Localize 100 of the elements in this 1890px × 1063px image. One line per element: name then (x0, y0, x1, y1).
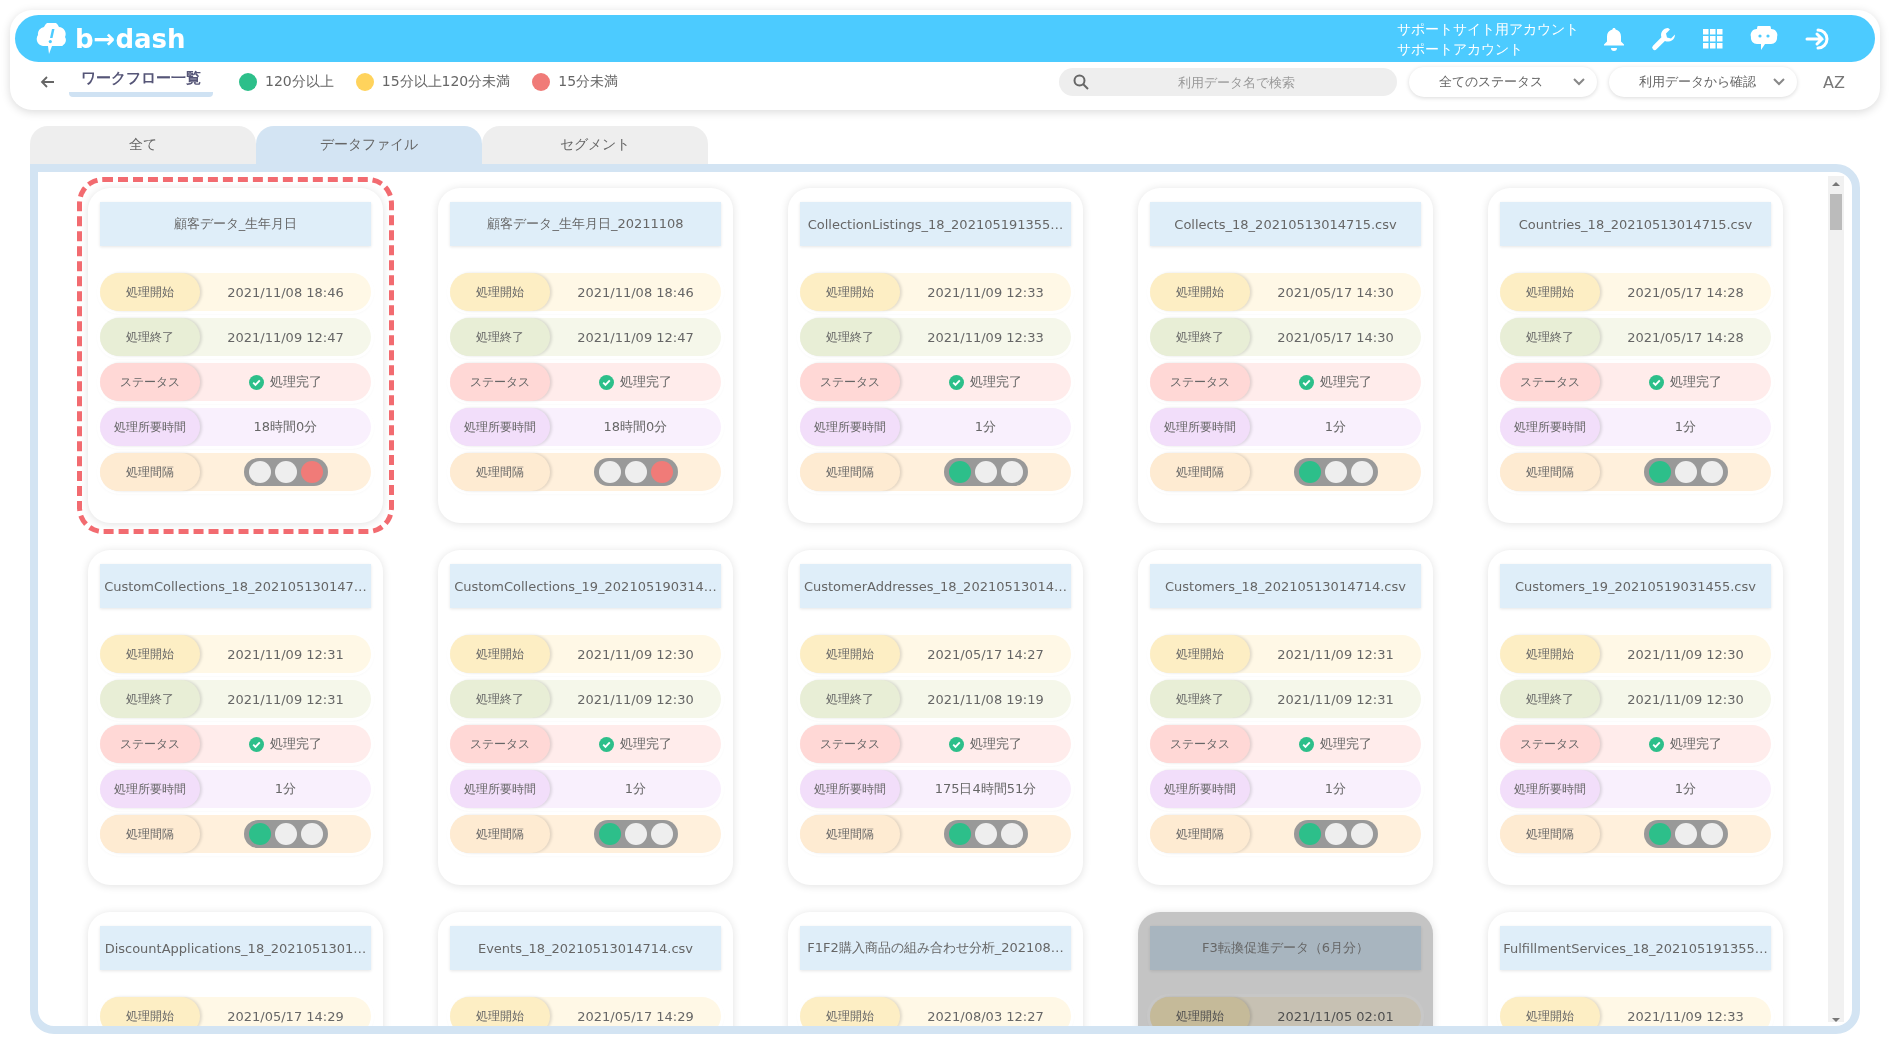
legend-label: 15分以上120分未満 (381, 73, 511, 91)
card-title: CustomCollections_19_202105190314… (450, 564, 721, 608)
field-label: ステータス (450, 725, 550, 763)
tab[interactable]: データファイル (256, 126, 482, 164)
field-value: 2021/05/17 14:30 (1277, 329, 1394, 345)
field-label: ステータス (450, 363, 550, 401)
field-value: 2021/05/17 14:27 (927, 646, 1044, 662)
field-label: 処理終了 (1500, 318, 1600, 356)
wrench-icon[interactable] (1651, 25, 1677, 52)
card-title: CollectionListings_18_202105191355… (800, 202, 1071, 246)
field-value: 1分 (974, 418, 997, 436)
status-value: 処理完了 (1320, 735, 1372, 753)
chevron-icon (1773, 78, 1786, 86)
workflow-card[interactable]: CustomCollections_18_202105130147… 処理開始 2021/11/09 12:31 処理終了 2021/11/09 12:31 ステータス 処理完了 処理所要時間 1分 処理間隔 (88, 550, 383, 885)
search-icon (1073, 74, 1090, 90)
bell-icon[interactable] (1603, 26, 1625, 51)
card-title: FulfillmentServices_18_202105191355… (1500, 926, 1771, 970)
field-value: 2021/11/09 12:31 (1277, 646, 1394, 662)
page-title-link[interactable]: ワークフロー一覧 (69, 67, 213, 97)
field-value: 1分 (1674, 780, 1697, 798)
field-label: 処理開始 (450, 997, 550, 1026)
search-field[interactable]: 利用データ名で検索 (1089, 67, 1384, 97)
field-label: 処理開始 (1500, 635, 1600, 673)
field-label: 処理終了 (100, 318, 200, 356)
field-label: 処理開始 (800, 273, 900, 311)
field-label: 処理間隔 (1500, 815, 1600, 853)
workflow-card[interactable]: CollectionListings_18_202105191355… 処理開始 2021/11/09 12:33 処理終了 2021/11/09 12:33 ステータス 処理完了 処理所要時間 1分 処理間隔 (788, 188, 1083, 523)
field-label: 処理所要時間 (450, 770, 550, 808)
status-value: 処理完了 (620, 735, 672, 753)
tab[interactable]: 全て (30, 126, 256, 164)
workflow-card[interactable]: DiscountApplications_18_2021051301… 処理開始 2021/05/17 14:29 (88, 912, 383, 1026)
field-label: 処理開始 (100, 273, 200, 311)
check-circle-icon (249, 374, 264, 390)
logo-icon (35, 22, 69, 55)
field-label: 処理間隔 (1500, 453, 1600, 491)
workflow-card[interactable]: Collects_18_20210513014715.csv 処理開始 2021/05/17 14:30 処理終了 2021/05/17 14:30 ステータス 処理完了 処理所要時間 1分 処理間隔 (1138, 188, 1433, 523)
field-label: 処理所要時間 (100, 770, 200, 808)
workflow-card[interactable]: 顧客データ_生年月日_20211108 処理開始 2021/11/08 18:46 処理終了 2021/11/09 12:47 ステータス 処理完了 処理所要時間 18時間0分 処理間隔 (438, 188, 733, 523)
field-value: 175日4時間51分 (934, 780, 1037, 798)
field-value: 2021/11/09 12:31 (227, 646, 344, 662)
workflow-card[interactable]: Customers_18_20210513014714.csv 処理開始 2021/11/09 12:31 処理終了 2021/11/09 12:31 ステータス 処理完了 処理所要時間 1分 処理間隔 (1138, 550, 1433, 885)
workflow-card[interactable]: Events_18_20210513014714.csv 処理開始 2021/05/17 14:29 (438, 912, 733, 1026)
field-label: ステータス (800, 363, 900, 401)
field-label: 処理所要時間 (1150, 770, 1250, 808)
field-value: 2021/05/17 14:29 (227, 1008, 344, 1024)
field-label: 処理終了 (450, 680, 550, 718)
field-label: 処理間隔 (100, 815, 200, 853)
check-circle-icon (1299, 736, 1314, 752)
status-value: 処理完了 (270, 373, 322, 391)
field-value: 2021/11/05 02:01 (1277, 1008, 1394, 1024)
chat-bubble-icon[interactable] (1749, 25, 1779, 52)
workflow-card[interactable]: Countries_18_20210513014715.csv 処理開始 2021/05/17 14:28 処理終了 2021/05/17 14:28 ステータス 処理完了 処理所要時間 1分 処理間隔 (1488, 188, 1783, 523)
field-label: ステータス (1500, 725, 1600, 763)
card-title: CustomerAddresses_18_20210513014… (800, 564, 1071, 608)
field-value: 2021/11/08 18:46 (227, 284, 344, 300)
field-label: ステータス (1500, 363, 1600, 401)
workflow-card[interactable]: FulfillmentServices_18_202105191355… 処理開始 2021/11/09 12:33 (1488, 912, 1783, 1026)
field-label: 処理所要時間 (1500, 770, 1600, 808)
check-circle-icon (599, 736, 614, 752)
workflow-card[interactable]: F1F2購入商品の組み合わせ分析_202108… 処理開始 2021/08/03 12:27 (788, 912, 1083, 1026)
field-value: 2021/11/08 18:46 (577, 284, 694, 300)
workflow-card[interactable]: CustomCollections_19_202105190314… 処理開始 2021/11/09 12:30 処理終了 2021/11/09 12:30 ステータス 処理完了 処理所要時間 1分 処理間隔 (438, 550, 733, 885)
legend-label: 15分未満 (558, 73, 619, 91)
field-value: 1分 (1324, 418, 1347, 436)
field-label: 処理間隔 (800, 815, 900, 853)
field-label: 処理間隔 (1150, 453, 1250, 491)
apps-grid-icon[interactable] (1703, 28, 1723, 49)
field-value: 2021/05/17 14:29 (577, 1008, 694, 1024)
data-dropdown[interactable]: 利用データから確認 (1609, 67, 1798, 97)
field-label: 処理所要時間 (100, 408, 200, 446)
scrollbar[interactable] (1828, 176, 1844, 1022)
field-label: 処理所要時間 (800, 770, 900, 808)
workflow-card[interactable]: CustomerAddresses_18_20210513014… 処理開始 2021/05/17 14:27 処理終了 2021/11/08 19:19 ステータス 処理完了 処理所要時間 175日4時間51分 処理間隔 (788, 550, 1083, 885)
field-label: ステータス (100, 725, 200, 763)
field-label: 処理開始 (100, 997, 200, 1026)
status-value: 処理完了 (1670, 735, 1722, 753)
account-name: サポートサイト用アカウント (1397, 19, 1579, 39)
status-value: 処理完了 (970, 373, 1022, 391)
status-value: 処理完了 (270, 735, 322, 753)
workflow-card[interactable]: 顧客データ_生年月日 処理開始 2021/11/08 18:46 処理終了 2021/11/09 12:47 ステータス 処理完了 処理所要時間 18時間0分 処理間隔 (88, 188, 383, 523)
tab[interactable]: セグメント (482, 126, 708, 164)
status-value: 処理完了 (1320, 373, 1372, 391)
legend-label: 120分以上 (265, 73, 334, 91)
field-label: 処理所要時間 (450, 408, 550, 446)
search-bar[interactable]: 利用データ名で検索 (1059, 68, 1398, 96)
field-value: 2021/11/09 12:33 (927, 329, 1044, 345)
field-label: 処理所要時間 (800, 408, 900, 446)
field-label: 処理開始 (1150, 635, 1250, 673)
card-title: Customers_18_20210513014714.csv (1150, 564, 1421, 608)
card-title: Customers_19_20210519031455.csv (1500, 564, 1771, 608)
check-circle-icon (1649, 374, 1664, 390)
field-label: 処理間隔 (100, 453, 200, 491)
field-label: 処理間隔 (800, 453, 900, 491)
field-label: 処理所要時間 (1150, 408, 1250, 446)
status-dropdown[interactable]: 全てのステータス (1409, 67, 1598, 97)
workflow-card[interactable]: Customers_19_20210519031455.csv 処理開始 2021/11/09 12:30 処理終了 2021/11/09 12:30 ステータス 処理完了 処理所要時間 1分 処理間隔 (1488, 550, 1783, 885)
sort-button[interactable]: AZ (1817, 71, 1851, 93)
field-value: 2021/11/09 12:30 (1627, 691, 1744, 707)
field-value: 2021/05/17 14:28 (1627, 284, 1744, 300)
field-value: 2021/11/09 12:30 (577, 646, 694, 662)
